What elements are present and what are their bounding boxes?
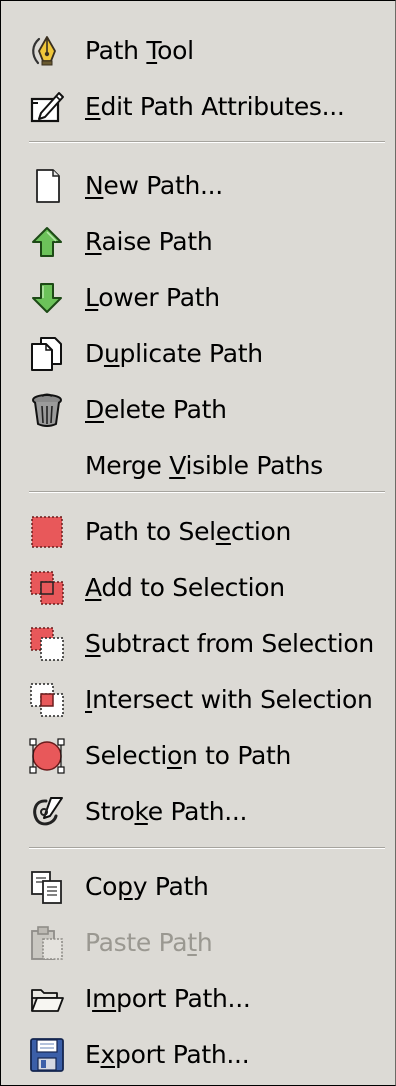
path-context-menu: Path Tool Edit Path Attributes... New Pa… [0,0,396,1086]
stroke-path-icon [33,797,63,826]
menu-item-paste-path[interactable]: Paste Path [1,915,395,971]
menu-item-label: Merge Visible Paths [85,451,323,480]
selection-to-path-icon [29,738,65,774]
menu-item-label: Stroke Path... [85,797,248,826]
menu-item-intersect-with-selection[interactable]: Intersect with Selection [1,672,395,728]
selection-add-icon [30,571,64,605]
menu-item-raise-path[interactable]: Raise Path [1,214,395,270]
menu-separator [29,141,385,143]
menu-item-label: New Path... [85,171,223,200]
menu-item-label: Edit Path Attributes... [85,92,345,121]
edit-attributes-icon [30,92,64,123]
copy-icon [31,871,62,904]
menu-item-label: Delete Path [85,395,227,424]
menu-item-label: Path to Selection [85,517,292,546]
menu-item-new-path[interactable]: New Path... [1,158,395,214]
paste-icon [31,926,63,960]
menu-item-stroke-path[interactable]: Stroke Path... [1,784,395,840]
menu-item-delete-path[interactable]: Delete Path [1,382,395,438]
menu-item-label: Subtract from Selection [85,629,374,658]
menu-item-lower-path[interactable]: Lower Path [1,270,395,326]
menu-item-selection-to-path[interactable]: Selection to Path [1,728,395,784]
menu-item-label: Selection to Path [85,741,292,770]
menu-item-path-tool[interactable]: Path Tool [1,23,395,79]
menu-item-label: Path Tool [85,36,194,65]
menu-item-duplicate-path[interactable]: Duplicate Path [1,326,395,382]
floppy-disk-icon [30,1038,64,1072]
menu-item-export-path[interactable]: Export Path... [1,1027,395,1083]
selection-subtract-icon [30,627,64,661]
menu-item-merge-visible-paths[interactable]: Merge Visible Paths [1,438,395,494]
menu-item-label: Lower Path [85,283,220,312]
menu-separator [29,491,385,493]
menu-item-label: Raise Path [85,227,213,256]
menu-item-path-to-selection[interactable]: Path to Selection [1,504,395,560]
new-page-icon [36,169,60,203]
menu-item-import-path[interactable]: Import Path... [1,971,395,1027]
arrow-up-icon [32,227,62,257]
menu-item-copy-path[interactable]: Copy Path [1,859,395,915]
menu-separator [29,847,385,849]
menu-item-add-to-selection[interactable]: Add to Selection [1,560,395,616]
menu-item-label: Add to Selection [85,573,285,602]
folder-open-icon [31,989,64,1012]
duplicate-icon [31,337,62,371]
arrow-down-icon [32,283,62,313]
menu-item-label: Intersect with Selection [85,685,373,714]
trash-can-icon [32,393,62,427]
selection-intersect-icon [30,683,64,717]
menu-item-label: Paste Path [85,928,213,957]
menu-item-label: Export Path... [85,1040,250,1069]
menu-item-label: Import Path... [85,984,251,1013]
menu-item-label: Copy Path [85,872,209,901]
menu-item-label: Duplicate Path [85,339,263,368]
pen-nib-icon [32,36,56,66]
menu-item-subtract-from-selection[interactable]: Subtract from Selection [1,616,395,672]
path-to-selection-icon [31,516,63,548]
menu-item-edit-path-attributes[interactable]: Edit Path Attributes... [1,79,395,135]
